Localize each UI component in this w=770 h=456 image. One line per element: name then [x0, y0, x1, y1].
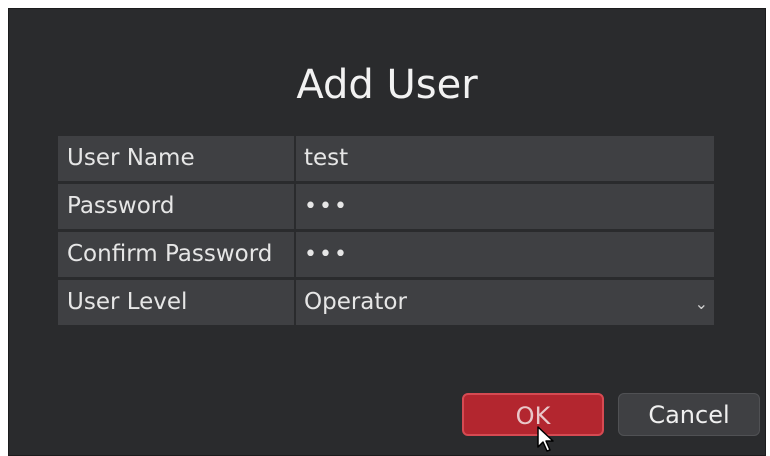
user-level-row: User Level Operator ⌄	[58, 280, 714, 325]
user-level-label: User Level	[58, 280, 294, 325]
password-field[interactable]: •••	[296, 184, 714, 229]
password-label: Password	[58, 184, 294, 229]
chevron-down-icon[interactable]: ⌄	[695, 280, 708, 328]
mouse-pointer-icon	[537, 426, 554, 452]
user-level-select[interactable]: Operator ⌄	[296, 280, 714, 325]
dialog-title: Add User	[296, 62, 478, 108]
user-name-row: User Name test	[58, 136, 714, 181]
cancel-button[interactable]: Cancel	[618, 393, 760, 436]
user-name-field[interactable]: test	[296, 136, 714, 181]
ok-button[interactable]: OK	[462, 393, 604, 436]
user-level-value: Operator	[304, 289, 407, 315]
confirm-password-row: Confirm Password •••	[58, 232, 714, 277]
user-form: User Name test Password ••• Confirm Pass…	[58, 136, 714, 328]
confirm-password-field[interactable]: •••	[296, 232, 714, 277]
user-name-label: User Name	[58, 136, 294, 181]
password-row: Password •••	[58, 184, 714, 229]
confirm-password-label: Confirm Password	[58, 232, 294, 277]
